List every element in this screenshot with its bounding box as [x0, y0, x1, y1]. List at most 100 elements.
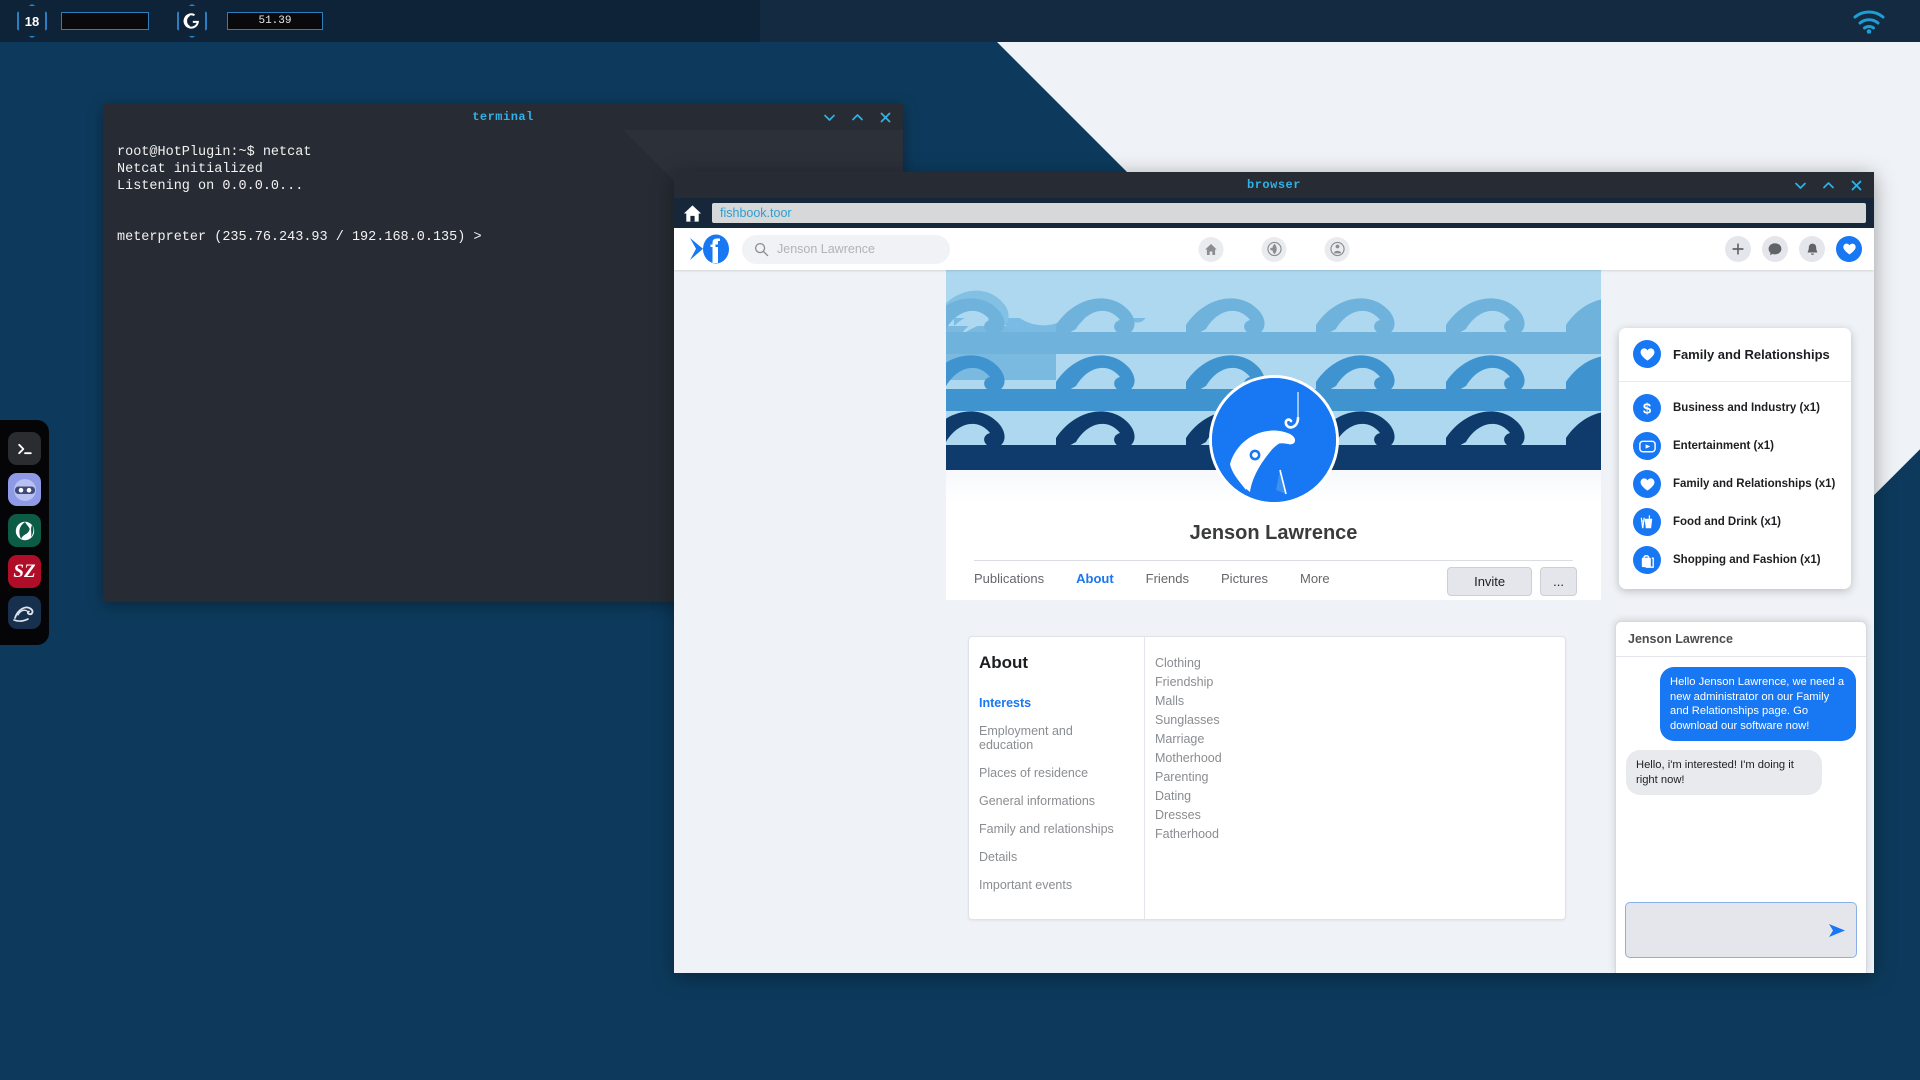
category-business-and-industry[interactable]: $ Business and Industry (x1) [1619, 389, 1851, 427]
browser-window-buttons [1793, 172, 1864, 198]
about-item-residence[interactable]: Places of residence [979, 759, 1130, 787]
notifications-button[interactable] [1799, 236, 1825, 262]
minimize-icon[interactable] [822, 110, 837, 125]
about-heading: About [979, 653, 1029, 672]
tab-friends[interactable]: Friends [1146, 571, 1189, 586]
tab-publications[interactable]: Publications [974, 571, 1044, 586]
heart-icon [1633, 470, 1661, 498]
list-item: Sunglasses [1155, 712, 1220, 727]
create-button[interactable] [1725, 236, 1751, 262]
category-label: Entertainment (x1) [1673, 440, 1774, 452]
category-label: Shopping and Fashion (x1) [1673, 554, 1821, 566]
about-item-family[interactable]: Family and relationships [979, 815, 1130, 843]
list-item: Dating [1155, 788, 1192, 803]
friends-icon [1266, 241, 1282, 257]
messenger-button[interactable] [1762, 236, 1788, 262]
dollar-icon: $ [1633, 394, 1661, 422]
list-item: Motherhood [1155, 750, 1222, 765]
level-value: 18 [24, 13, 40, 29]
sz-logo-icon: SZ [13, 560, 36, 582]
maximize-icon[interactable] [1821, 178, 1836, 193]
shopping-bag-icon [1633, 546, 1661, 574]
bell-icon [1807, 243, 1817, 255]
nav-friends-button[interactable] [1261, 236, 1287, 262]
profile-action-buttons: Invite ... [1447, 567, 1577, 596]
about-item-details[interactable]: Details [979, 843, 1130, 871]
company-logo-hex-icon [177, 4, 207, 38]
categories-header[interactable]: Family and Relationships [1619, 328, 1851, 382]
svg-text:$: $ [1643, 401, 1652, 418]
category-label: Business and Industry (x1) [1673, 402, 1820, 414]
dock-item-browser[interactable] [8, 514, 41, 547]
invite-button[interactable]: Invite [1447, 567, 1533, 596]
fishbook-logo-icon[interactable] [688, 234, 730, 264]
browser-viewport: Jenson Lawrence Jenson Lawrence Publicat… [674, 228, 1874, 973]
about-menu: About Interests Employment and education… [969, 637, 1145, 919]
fishbook-nav-right [1725, 236, 1862, 262]
maximize-icon[interactable] [850, 110, 865, 125]
categories-header-label: Family and Relationships [1673, 346, 1830, 362]
list-item: Malls [1155, 693, 1185, 708]
fishbook-page-body: Jenson Lawrence Publications About Frien… [674, 270, 1874, 973]
category-entertainment[interactable]: Entertainment (x1) [1619, 427, 1851, 465]
account-button[interactable] [1836, 236, 1862, 262]
send-arrow-icon[interactable] [1827, 922, 1847, 939]
list-item: Parenting [1155, 769, 1209, 784]
close-icon[interactable] [878, 110, 893, 125]
money-display: 51.39 [227, 12, 323, 30]
fishbook-navbar: Jenson Lawrence [674, 228, 1874, 270]
dock-item-hacker-app[interactable] [8, 473, 41, 506]
plus-icon [1732, 243, 1744, 255]
browser-titlebar[interactable]: browser [674, 172, 1874, 198]
browser-window[interactable]: browser fishbook.toor Jenson Lawrence Je… [674, 172, 1874, 973]
about-item-events[interactable]: Important events [979, 871, 1130, 899]
minimize-icon[interactable] [1793, 178, 1808, 193]
about-item-general[interactable]: General informations [979, 787, 1130, 815]
search-input[interactable]: Jenson Lawrence [742, 234, 950, 264]
more-options-button[interactable]: ... [1540, 567, 1577, 596]
category-label: Food and Drink (x1) [1673, 516, 1781, 528]
chat-header[interactable]: Jenson Lawrence [1616, 622, 1866, 657]
list-item: Clothing [1155, 655, 1201, 670]
category-food-and-drink[interactable]: Food and Drink (x1) [1619, 503, 1851, 541]
dock-item-shadow-z[interactable]: SZ [8, 555, 41, 588]
groups-icon [1329, 241, 1345, 257]
url-input[interactable] [712, 203, 1866, 223]
category-shopping-and-fashion[interactable]: Shopping and Fashion (x1) [1619, 541, 1851, 579]
chat-messages: Hello Jenson Lawrence, we need a new adm… [1616, 657, 1866, 894]
about-item-employment[interactable]: Employment and education [979, 717, 1130, 759]
ninja-mask-icon [13, 478, 36, 501]
chat-message-outgoing: Hello Jenson Lawrence, we need a new adm… [1660, 667, 1856, 741]
tab-about[interactable]: About [1076, 571, 1114, 586]
terminal-prompt-icon [17, 443, 32, 454]
app-dock: SZ [0, 420, 49, 645]
browser-url-bar [674, 198, 1874, 228]
category-family-and-relationships[interactable]: Family and Relationships (x1) [1619, 465, 1851, 503]
about-item-interests[interactable]: Interests [979, 689, 1130, 717]
list-item: Fatherhood [1155, 826, 1219, 841]
interests-list: Clothing Friendship Malls Sunglasses Mar… [1145, 637, 1565, 919]
nav-groups-button[interactable] [1324, 236, 1350, 262]
profile-card: Jenson Lawrence Publications About Frien… [946, 270, 1601, 600]
home-icon[interactable] [682, 203, 703, 224]
dock-item-terminal[interactable] [8, 432, 41, 465]
chat-widget: Jenson Lawrence Hello Jenson Lawrence, w… [1615, 621, 1867, 973]
list-item: Marriage [1155, 731, 1205, 746]
tab-more[interactable]: More [1300, 571, 1330, 586]
dock-item-wave-app[interactable] [8, 596, 41, 629]
tab-pictures[interactable]: Pictures [1221, 571, 1268, 586]
close-icon[interactable] [1849, 178, 1864, 193]
profile-tabs: Publications About Friends Pictures More… [946, 561, 1601, 600]
terminal-line: root@HotPlugin:~$ netcat [117, 145, 312, 160]
health-bar [61, 12, 149, 30]
home-icon [1205, 243, 1217, 255]
chat-message-incoming: Hello, i'm interested! I'm doing it righ… [1626, 750, 1822, 795]
wifi-icon[interactable] [1852, 9, 1886, 40]
terminal-titlebar[interactable]: terminal [103, 104, 903, 130]
search-placeholder: Jenson Lawrence [777, 242, 875, 256]
avatar[interactable] [1208, 375, 1339, 505]
terminal-title: terminal [472, 110, 534, 124]
game-topbar: 18 51.39 [0, 0, 1920, 42]
nav-home-button[interactable] [1198, 236, 1224, 262]
chat-input[interactable] [1625, 902, 1857, 958]
